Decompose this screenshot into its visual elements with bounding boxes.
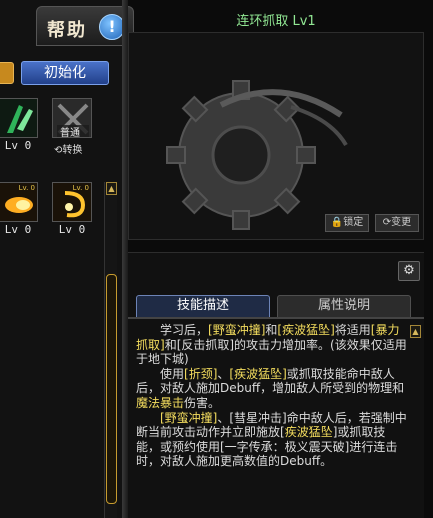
description-text: 学习后，[野蛮冲撞]和[疾波猛坠]将适用[暴力抓取]和[反击抓取]的攻击力增加率… — [136, 323, 408, 518]
skill-slot[interactable]: Lv 0 — [0, 98, 40, 156]
convert-label[interactable]: ⟲转换 — [54, 141, 82, 156]
skill-tree-panel: 帮助 ! 初始化 Lv 0 普通 ⟲转换 Lv. 0 Lv 0 Lv. 0 Lv… — [0, 0, 134, 518]
skill-small-level: Lv. 0 — [18, 184, 35, 192]
skill-slot[interactable]: Lv. 0 Lv 0 — [0, 182, 40, 240]
description-paragraph: 使用[折颈]、[疾波猛坠]或抓取技能命中敌人后，对敌人施加Debuff，增加敌人… — [136, 366, 405, 410]
tab-attribute-info[interactable]: 属性说明 — [277, 295, 411, 317]
claw-skill-icon[interactable] — [0, 98, 38, 138]
skill-slot[interactable]: 普通 ⟲转换 — [52, 98, 94, 156]
skill-title: 连环抓取 Lv1 — [236, 14, 316, 29]
fireball-skill-icon[interactable]: Lv. 0 — [0, 182, 38, 222]
help-tab[interactable]: 帮助 ! — [36, 6, 134, 46]
skill-level: Lv 0 — [4, 223, 32, 236]
crossed-skill-icon[interactable]: 普通 — [52, 98, 92, 138]
skill-slot[interactable]: Lv. 0 Lv 0 — [52, 182, 94, 240]
tab-underline — [128, 317, 424, 319]
skill-preview: 🔒锁定 ⟳变更 — [128, 32, 424, 240]
skill-mode-label: 普通 — [60, 128, 80, 138]
lock-button[interactable]: 🔒锁定 — [325, 214, 369, 232]
help-label: 帮助 — [47, 20, 87, 41]
description-paragraph: [野蛮冲撞]、[彗星冲击]命中敌人后，若强制中断当前攻击动作并立即施放[疾波猛坠… — [136, 410, 407, 469]
skill-tree-scrollbar[interactable]: ▲ — [104, 182, 117, 518]
change-button[interactable]: ⟳变更 — [375, 214, 419, 232]
skill-description-panel: ⚙ 技能描述 属性说明 学习后，[野蛮冲撞]和[疾波猛坠]将适用[暴力抓取]和[… — [128, 252, 424, 518]
skill-level: Lv 0 — [58, 223, 86, 236]
description-paragraph: 学习后，[野蛮冲撞]和[疾波猛坠]将适用[暴力抓取]和[反击抓取]的攻击力增加率… — [136, 323, 407, 367]
scroll-thumb[interactable] — [106, 274, 117, 504]
dropdown-button[interactable] — [0, 62, 14, 84]
gear-emblem-icon — [166, 80, 348, 230]
initialize-button[interactable]: 初始化 — [21, 61, 109, 85]
scroll-up-icon[interactable]: ▲ — [106, 182, 117, 195]
scroll-up-icon[interactable]: ▲ — [410, 325, 421, 338]
skill-level: Lv 0 — [4, 139, 32, 152]
skill-small-level: Lv. 0 — [72, 184, 89, 192]
whirl-skill-icon[interactable]: Lv. 0 — [52, 182, 92, 222]
settings-icon[interactable]: ⚙ — [398, 261, 420, 281]
tab-skill-description[interactable]: 技能描述 — [136, 295, 270, 317]
